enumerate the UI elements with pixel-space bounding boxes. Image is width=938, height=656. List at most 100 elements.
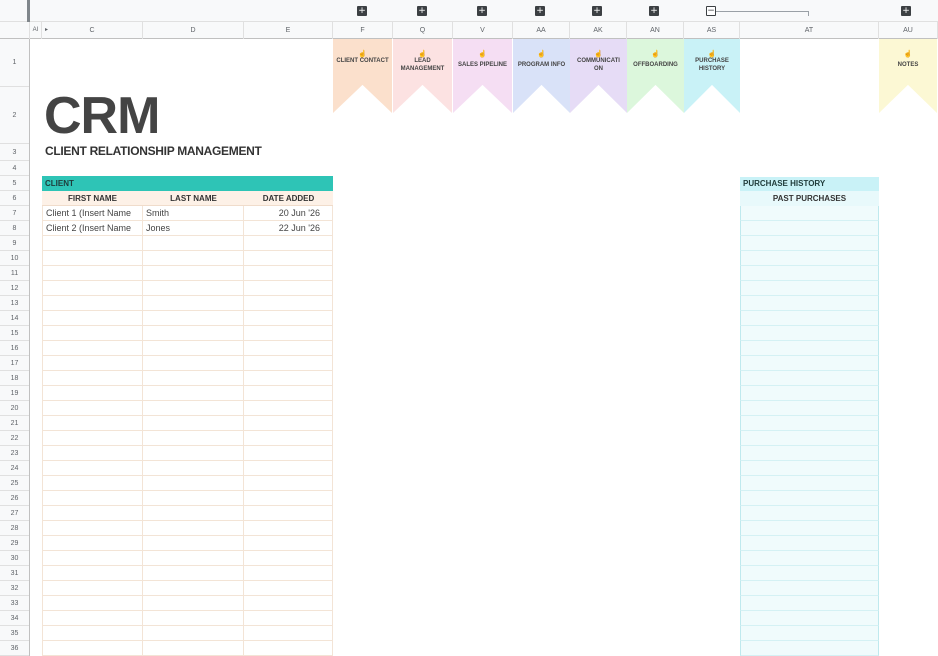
last-name-cell[interactable] [143, 356, 244, 371]
column-header-q[interactable]: Q [393, 22, 453, 39]
column-header-an[interactable]: AN [627, 22, 684, 39]
last-name-cell[interactable] [143, 566, 244, 581]
first-name-cell[interactable] [42, 521, 143, 536]
banner-client-contact[interactable]: ☝ CLIENT CONTACT [333, 39, 392, 113]
row-header-31[interactable]: 31 [0, 566, 29, 581]
last-name-cell[interactable] [143, 611, 244, 626]
row-header-16[interactable]: 16 [0, 341, 29, 356]
first-name-cell[interactable] [42, 386, 143, 401]
last-name-cell[interactable] [143, 296, 244, 311]
date-added-cell[interactable] [244, 371, 333, 386]
past-purchase-cell[interactable] [740, 251, 879, 266]
column-header-au[interactable]: AU [879, 22, 938, 39]
past-purchase-cell[interactable] [740, 431, 879, 446]
banner-sales-pipeline[interactable]: ☝ SALES PIPELINE [453, 39, 512, 113]
first-name-cell[interactable] [42, 371, 143, 386]
first-name-cell[interactable] [42, 491, 143, 506]
expand-group-icon[interactable]: + [477, 6, 487, 16]
column-header-aa[interactable]: AA [513, 22, 570, 39]
row-header-19[interactable]: 19 [0, 386, 29, 401]
last-name-cell[interactable] [143, 311, 244, 326]
past-purchase-cell[interactable] [740, 611, 879, 626]
date-added-cell[interactable] [244, 521, 333, 536]
expand-group-icon[interactable]: + [592, 6, 602, 16]
last-name-cell[interactable] [143, 596, 244, 611]
past-purchase-cell[interactable] [740, 476, 879, 491]
past-purchase-cell[interactable] [740, 416, 879, 431]
expand-group-icon[interactable]: + [417, 6, 427, 16]
row-header-30[interactable]: 30 [0, 551, 29, 566]
row-header-5[interactable]: 5 [0, 176, 29, 191]
first-name-cell[interactable]: Client 1 (Insert Name [42, 206, 143, 221]
row-header-12[interactable]: 12 [0, 281, 29, 296]
banner-program-info[interactable]: ☝ PROGRAM INFO [513, 39, 570, 113]
first-name-cell[interactable] [42, 581, 143, 596]
date-added-cell[interactable] [244, 581, 333, 596]
date-added-cell[interactable] [244, 551, 333, 566]
date-added-cell[interactable] [244, 536, 333, 551]
first-name-cell[interactable] [42, 566, 143, 581]
past-purchase-cell[interactable] [740, 461, 879, 476]
date-added-cell[interactable] [244, 491, 333, 506]
last-name-cell[interactable] [143, 581, 244, 596]
date-added-cell[interactable] [244, 641, 333, 656]
date-added-cell[interactable]: 20 Jun '26 [244, 206, 333, 221]
row-header-11[interactable]: 11 [0, 266, 29, 281]
past-purchase-cell[interactable] [740, 596, 879, 611]
banner-offboarding[interactable]: ☝ OFFBOARDING [627, 39, 684, 113]
date-added-cell[interactable] [244, 251, 333, 266]
last-name-cell[interactable]: Jones [143, 221, 244, 236]
row-header-25[interactable]: 25 [0, 476, 29, 491]
banner-lead-management[interactable]: ☝ LEAD MANAGEMENT [393, 39, 452, 113]
first-name-cell[interactable] [42, 236, 143, 251]
past-purchase-cell[interactable] [740, 401, 879, 416]
first-name-cell[interactable] [42, 311, 143, 326]
row-header-9[interactable]: 9 [0, 236, 29, 251]
date-added-cell[interactable] [244, 236, 333, 251]
collapse-group-icon[interactable]: − [706, 6, 716, 16]
expand-group-icon[interactable]: + [535, 6, 545, 16]
first-name-cell[interactable] [42, 356, 143, 371]
past-purchase-cell[interactable] [740, 356, 879, 371]
past-purchase-cell[interactable] [740, 266, 879, 281]
date-added-cell[interactable] [244, 566, 333, 581]
row-header-13[interactable]: 13 [0, 296, 29, 311]
row-header-29[interactable]: 29 [0, 536, 29, 551]
first-name-cell[interactable] [42, 446, 143, 461]
first-name-cell[interactable] [42, 641, 143, 656]
last-name-cell[interactable] [143, 236, 244, 251]
row-header-14[interactable]: 14 [0, 311, 29, 326]
past-purchase-cell[interactable] [740, 371, 879, 386]
row-header-6[interactable]: 6 [0, 191, 29, 206]
date-added-cell[interactable] [244, 431, 333, 446]
first-name-cell[interactable] [42, 251, 143, 266]
column-header-f[interactable]: F [333, 22, 393, 39]
row-header-1[interactable]: 1 [0, 39, 29, 87]
past-purchase-cell[interactable] [740, 236, 879, 251]
last-name-cell[interactable] [143, 401, 244, 416]
last-name-cell[interactable] [143, 506, 244, 521]
row-header-34[interactable]: 34 [0, 611, 29, 626]
last-name-cell[interactable] [143, 536, 244, 551]
first-name-cell[interactable] [42, 416, 143, 431]
past-purchase-cell[interactable] [740, 326, 879, 341]
last-name-cell[interactable] [143, 461, 244, 476]
row-header-2[interactable]: 2 [0, 87, 29, 144]
last-name-cell[interactable] [143, 251, 244, 266]
past-purchase-cell[interactable] [740, 566, 879, 581]
last-name-cell[interactable] [143, 416, 244, 431]
row-header-17[interactable]: 17 [0, 356, 29, 371]
first-name-cell[interactable] [42, 626, 143, 641]
first-name-cell[interactable] [42, 326, 143, 341]
date-added-cell[interactable] [244, 326, 333, 341]
expand-group-icon[interactable]: + [901, 6, 911, 16]
last-name-cell[interactable] [143, 446, 244, 461]
first-name-cell[interactable] [42, 611, 143, 626]
first-name-cell[interactable] [42, 536, 143, 551]
row-header-23[interactable]: 23 [0, 446, 29, 461]
expand-group-icon[interactable]: + [357, 6, 367, 16]
past-purchase-cell[interactable] [740, 341, 879, 356]
row-header-33[interactable]: 33 [0, 596, 29, 611]
past-purchase-cell[interactable] [740, 581, 879, 596]
row-header-32[interactable]: 32 [0, 581, 29, 596]
